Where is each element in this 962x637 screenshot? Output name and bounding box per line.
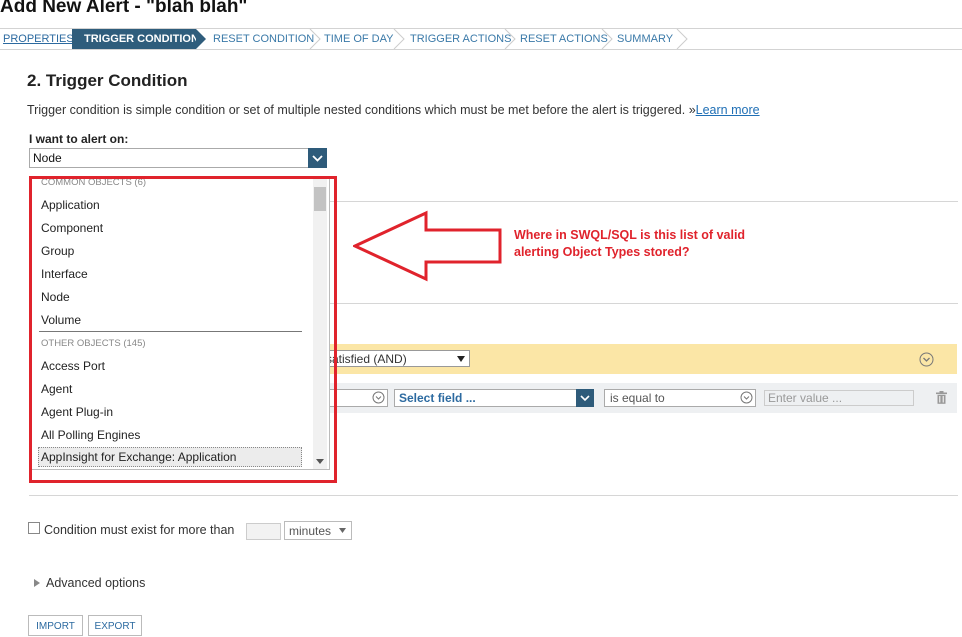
wizard-chevron-icon — [309, 29, 321, 49]
dropdown-arrow-icon — [339, 528, 346, 533]
trash-icon[interactable] — [936, 391, 947, 404]
wizard-chevron-icon — [504, 29, 516, 49]
alert-on-label: I want to alert on: — [29, 132, 129, 146]
wizard-chevron-icon — [196, 29, 206, 49]
chevron-down-icon — [372, 391, 385, 404]
operator-value: is equal to — [610, 391, 665, 405]
wizard-step-time-of-day[interactable]: TIME OF DAY — [324, 29, 393, 49]
page-title: Add New Alert - "blah blah" — [0, 0, 248, 17]
advanced-options-toggle[interactable]: Advanced options — [34, 576, 145, 590]
wizard-step-reset-condition[interactable]: RESET CONDITION — [213, 29, 314, 49]
section-description: Trigger condition is simple condition or… — [27, 103, 760, 117]
import-button[interactable]: IMPORT — [28, 615, 83, 636]
learn-more-link[interactable]: Learn more — [696, 103, 760, 117]
duration-unit-value: minutes — [289, 524, 332, 538]
operator-select[interactable]: is equal to — [604, 389, 756, 407]
section-title: 2. Trigger Condition — [27, 71, 188, 90]
object-type-select[interactable]: Node — [29, 148, 327, 168]
object-field-select[interactable] — [328, 389, 388, 407]
value-placeholder: Enter value ... — [768, 391, 843, 405]
annotation-arrow-icon — [353, 210, 502, 282]
wizard-chevron-icon — [601, 29, 613, 49]
wizard-step-properties[interactable]: PROPERTIES — [3, 29, 74, 49]
collapse-icon[interactable] — [919, 352, 934, 367]
wizard-chevron-icon — [676, 29, 688, 49]
expand-triangle-icon — [34, 579, 40, 587]
value-input[interactable]: Enter value ... — [764, 390, 914, 406]
wizard-steps: PROPERTIES TRIGGER CONDITION RESET CONDI… — [0, 28, 962, 50]
divider — [29, 495, 958, 496]
wizard-step-trigger-condition[interactable]: TRIGGER CONDITION — [72, 29, 199, 49]
object-type-value: Node — [33, 151, 62, 165]
annotation-text: Where in SWQL/SQL is this list of valid … — [514, 228, 746, 259]
dropdown-arrow-icon — [457, 356, 465, 362]
chevron-down-icon — [576, 389, 594, 407]
wizard-chevron-icon — [393, 29, 405, 49]
duration-label: Condition must exist for more than — [44, 523, 235, 537]
chevron-down-icon[interactable] — [308, 148, 327, 168]
export-button[interactable]: EXPORT — [88, 615, 142, 636]
duration-checkbox[interactable] — [28, 522, 40, 534]
duration-input[interactable] — [246, 523, 281, 540]
wizard-step-summary[interactable]: SUMMARY — [617, 29, 673, 49]
annotation-highlight-box — [29, 176, 337, 483]
wizard-step-trigger-actions[interactable]: TRIGGER ACTIONS — [410, 29, 511, 49]
chevron-down-icon — [740, 391, 753, 404]
field-placeholder: Select field ... — [399, 391, 476, 405]
duration-unit-select[interactable]: minutes — [284, 521, 352, 540]
condition-row: Select field ... is equal to Enter value… — [318, 383, 957, 413]
field-select[interactable]: Select field ... — [394, 389, 594, 407]
wizard-step-reset-actions[interactable]: RESET ACTIONS — [520, 29, 608, 49]
